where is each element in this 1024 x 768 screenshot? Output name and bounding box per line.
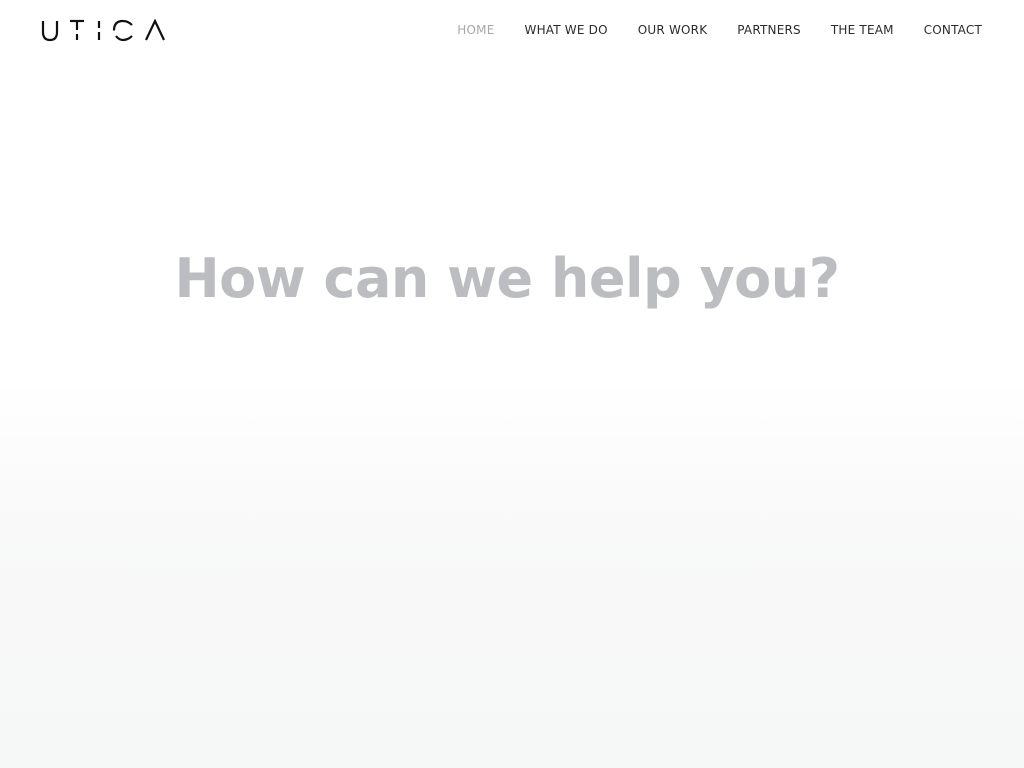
utica-logo[interactable] (41, 18, 165, 43)
main-nav: HOME WHAT WE DO OUR WORK PARTNERS THE TE… (427, 22, 1024, 38)
nav-item-the-team[interactable]: THE TEAM (831, 22, 894, 38)
nav-item-partners[interactable]: PARTNERS (737, 22, 801, 38)
nav-item-home[interactable]: HOME (457, 22, 494, 38)
nav-item-our-work[interactable]: OUR WORK (638, 22, 708, 38)
utica-logo-mark (41, 18, 165, 42)
hero-title: How can we help you? (174, 247, 840, 310)
nav-item-contact[interactable]: CONTACT (924, 22, 982, 38)
site-header: HOME WHAT WE DO OUR WORK PARTNERS THE TE… (0, 0, 1024, 62)
nav-item-what-we-do[interactable]: WHAT WE DO (525, 22, 608, 38)
